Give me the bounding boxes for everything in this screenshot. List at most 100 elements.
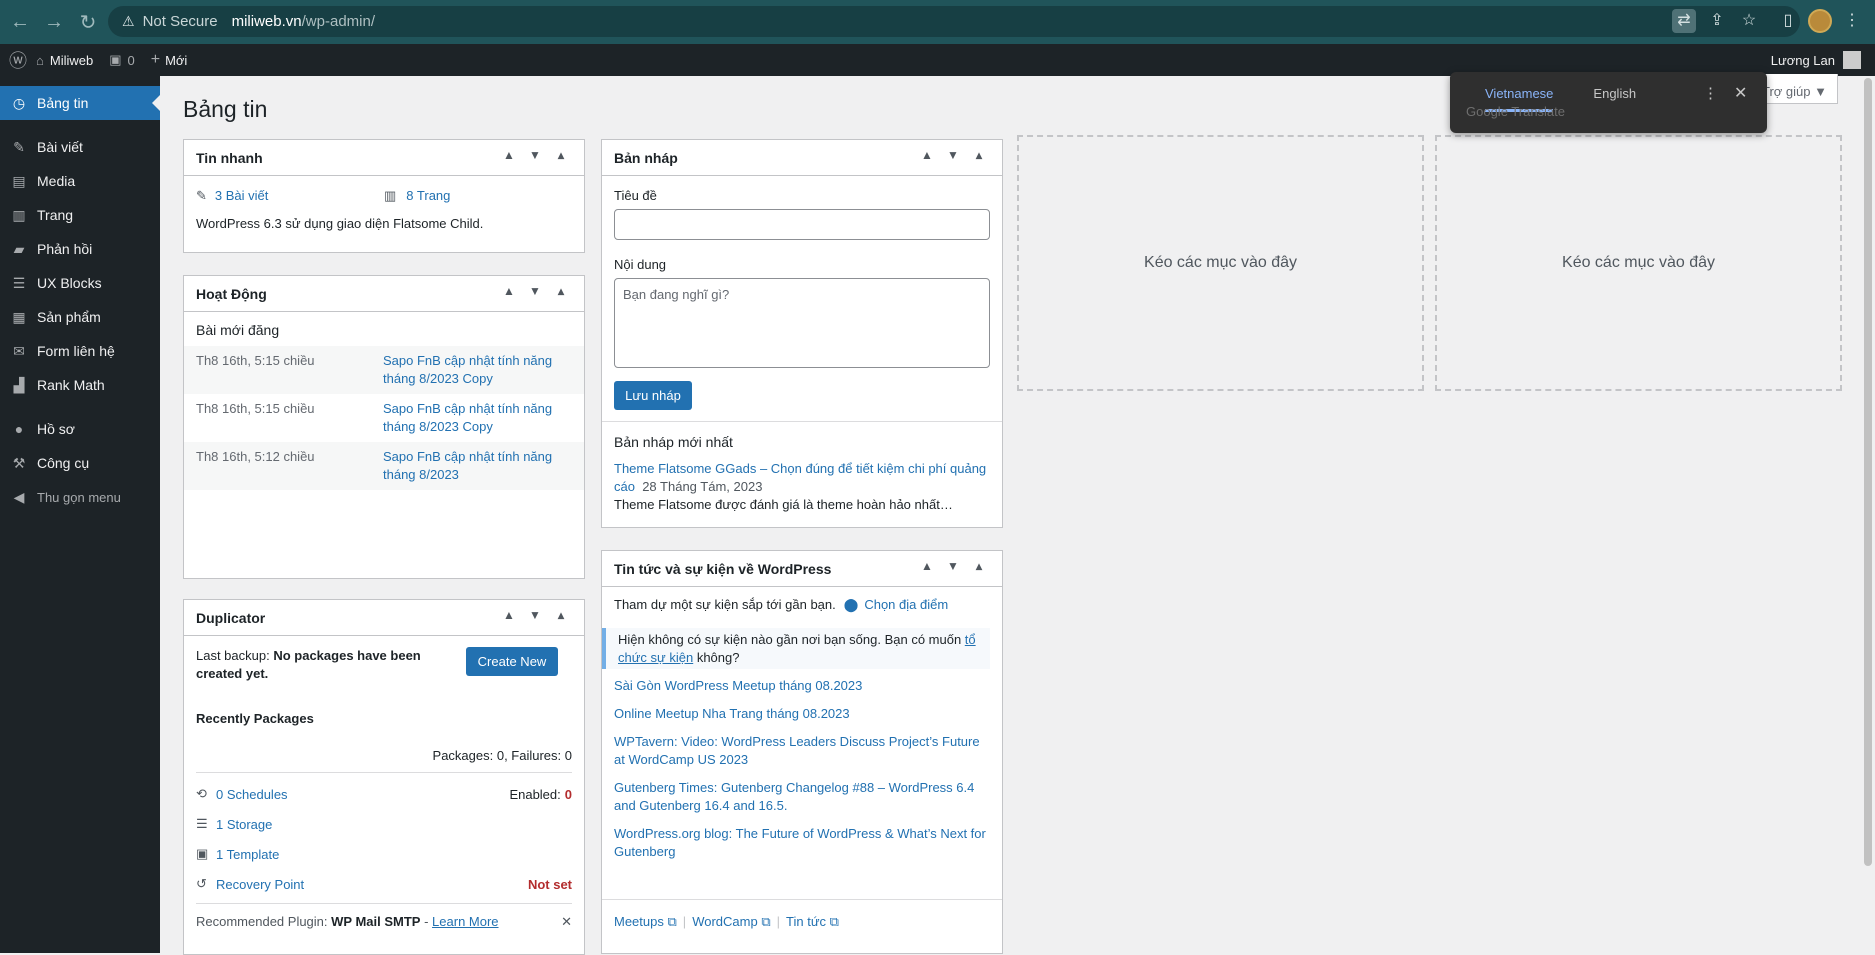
move-down-icon[interactable]: ▼ [522,148,548,162]
pages-count-link[interactable]: ▥ 8 Trang [384,188,450,204]
menu-item-comments[interactable]: ▰ Phản hồi [0,232,160,266]
reload-icon[interactable]: ↻ [74,10,102,35]
drop-zone[interactable]: Kéo các mục vào đây [1435,135,1842,391]
menu-item-tools[interactable]: ⚒ Công cụ [0,446,160,480]
side-panel-icon[interactable]: ▯ [1776,10,1800,30]
move-down-icon[interactable]: ▼ [940,559,966,573]
main-content: Bảng tin Trợ giúp ▼ Tin nhanh ▲ ▼ ▴ ✎ 3 Bài… [160,74,1875,955]
posts-count-link[interactable]: ✎ 3 Bài viết [196,188,384,204]
recovery-link[interactable]: Recovery Point [216,877,304,892]
profile-avatar[interactable] [1808,9,1832,33]
pin-icon: ✎ [13,138,25,155]
news-link[interactable]: Gutenberg Times: Gutenberg Changelog #88… [614,780,974,813]
save-draft-button[interactable]: Lưu nháp [614,381,692,410]
learn-more-link[interactable]: Learn More [432,914,498,930]
toggle-icon[interactable]: ▴ [548,284,574,298]
address-bar[interactable]: ⚠ Not Secure miliweb.vn/wp-admin/ [108,6,1800,37]
choose-location-link[interactable]: Chọn địa điểm [864,597,948,613]
menu-label: Trang [37,207,74,223]
widget-header: Tin tức và sự kiện về WordPress ▲ ▼ ▴ [602,551,1002,587]
meetups-link[interactable]: Meetups ⧉ [614,914,677,930]
back-icon[interactable]: ← [6,11,34,34]
undo-icon: ↺ [196,876,207,891]
menu-item-profile[interactable]: ● Hồ sơ [0,412,160,446]
move-up-icon[interactable]: ▲ [914,148,940,162]
menu-item-posts[interactable]: ✎ Bài viết [0,130,160,164]
menu-item-dashboard[interactable]: ◷ Bảng tin [0,86,160,120]
warning-icon: ⚠ [122,13,135,29]
comments-link[interactable]: ▣ 0 [109,52,135,68]
recommended-separator: - [420,914,433,929]
news-link[interactable]: Online Meetup Nha Trang tháng 08.2023 [614,706,850,721]
news-link-footer[interactable]: Tin tức ⧉ [786,914,839,930]
news-link[interactable]: WordPress.org blog: The Future of WordPr… [614,826,986,859]
bookmark-star-icon[interactable]: ☆ [1737,10,1761,30]
dismiss-icon[interactable]: ✕ [561,914,572,930]
widget-title: Tin nhanh [196,149,263,166]
move-up-icon[interactable]: ▲ [496,284,522,298]
move-down-icon[interactable]: ▼ [522,608,548,622]
new-link[interactable]: + Mới [151,51,188,69]
pin-icon: ✎ [196,188,207,203]
user-name: Lương Lan [1770,52,1835,68]
toggle-icon[interactable]: ▴ [548,608,574,622]
packages-counts: Packages: 0, Failures: 0 [196,726,572,773]
news-link[interactable]: Sài Gòn WordPress Meetup tháng 08.2023 [614,678,862,693]
menu-item-rank-math[interactable]: ▟ Rank Math [0,368,160,402]
move-down-icon[interactable]: ▼ [940,148,966,162]
menu-item-contact-form[interactable]: ✉ Form liên hệ [0,334,160,368]
template-link[interactable]: 1 Template [216,847,279,862]
more-options-icon[interactable]: ⋮ [1703,84,1718,102]
notice-text: Hiện không có sự kiện nào gần nơi bạn số… [618,632,965,647]
news-list: Sài Gòn WordPress Meetup tháng 08.2023 O… [602,669,1002,861]
home-icon: ⌂ [36,52,44,68]
menu-item-media[interactable]: ▤ Media [0,164,160,198]
quick-draft-widget: Bản nháp ▲ ▼ ▴ Tiêu đề Nội dung Bạn đang n… [601,139,1003,528]
move-down-icon[interactable]: ▼ [522,284,548,298]
menu-item-pages[interactable]: ▥ Trang [0,198,160,232]
draft-title-input[interactable] [614,209,990,240]
widget-header: Bản nháp ▲ ▼ ▴ [602,140,1002,176]
collapse-icon: ◀ [13,488,25,505]
toggle-icon[interactable]: ▴ [548,148,574,162]
move-up-icon[interactable]: ▲ [496,148,522,162]
database-icon: ☰ [196,816,208,831]
draft-content-textarea[interactable]: Bạn đang nghĩ gì? [614,278,990,368]
schedules-link[interactable]: 0 Schedules [216,787,288,802]
recommended-plugin: Recommended Plugin: WP Mail SMTP - Learn… [196,903,572,930]
menu-item-ux-blocks[interactable]: ☰ UX Blocks [0,266,160,300]
storage-link[interactable]: 1 Storage [216,817,272,832]
scrollbar[interactable] [1864,78,1872,866]
news-link[interactable]: WPTavern: Video: WordPress Leaders Discu… [614,734,980,767]
toggle-icon[interactable]: ▴ [966,148,992,162]
storage-row: ☰ 1 Storage [184,809,584,839]
collapse-menu[interactable]: ◀ Thu gọn menu [0,480,160,514]
site-link[interactable]: ⌂ Miliweb [36,53,93,68]
menu-item-products[interactable]: ▦ Sản phẩm [0,300,160,334]
enabled-value: 0 [564,786,572,802]
forward-icon[interactable]: → [40,11,68,34]
schedules-row: ⟲ 0 Schedules Enabled: 0 [184,779,584,809]
tab-english[interactable]: English [1593,86,1636,112]
activity-link[interactable]: Sapo FnB cập nhật tính năng tháng 8/2023 [383,448,563,484]
move-up-icon[interactable]: ▲ [914,559,940,573]
move-up-icon[interactable]: ▲ [496,608,522,622]
wordpress-logo-icon[interactable]: ⓦ [0,44,36,76]
product-icon: ▦ [12,308,26,325]
share-icon[interactable]: ⇪ [1705,10,1729,30]
activity-link[interactable]: Sapo FnB cập nhật tính năng tháng 8/2023… [383,400,563,436]
last-backup-label: Last backup: [196,648,270,663]
close-icon[interactable]: ✕ [1734,83,1747,103]
drop-zone[interactable]: Kéo các mục vào đây [1017,135,1424,391]
content-label: Nội dung [614,257,667,272]
activity-link[interactable]: Sapo FnB cập nhật tính năng tháng 8/2023… [383,352,563,388]
user-account[interactable]: Lương Lan [1771,44,1861,76]
draft-item: Theme Flatsome GGads – Chọn đúng để tiết… [602,450,1002,514]
toggle-icon[interactable]: ▴ [966,559,992,573]
wordpress-news-widget: Tin tức và sự kiện về WordPress ▲ ▼ ▴ Tham… [601,550,1003,954]
translate-icon[interactable]: ⇄ [1672,9,1696,33]
wordcamp-link[interactable]: WordCamp ⧉ [692,914,770,930]
activity-row: Th8 16th, 5:15 chiều Sapo FnB cập nhật tí… [184,346,584,394]
create-new-button[interactable]: Create New [466,647,558,676]
menu-kebab-icon[interactable]: ⋮ [1840,10,1864,30]
